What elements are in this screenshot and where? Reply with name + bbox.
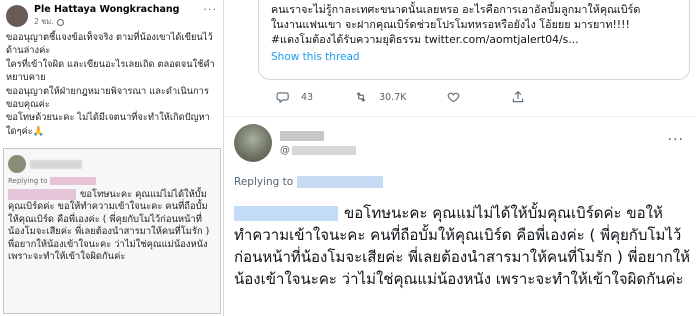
quoted-tweet-line[interactable]: #แตงโมต้องได้รับความยุติธรรม twitter.com… xyxy=(271,32,677,47)
quoted-tweet-text: คนเราจะไม่รู้กาละเทศะขนาดนั้นเลยหรอ อะไร… xyxy=(271,2,677,47)
reply-author: @ xyxy=(280,130,356,156)
reply-action[interactable]: 43 xyxy=(276,90,313,104)
handle-prefix: @ xyxy=(280,144,290,156)
reply-icon xyxy=(276,92,289,104)
post-header: Ple Hattaya Wongkrachang 2 ชม. ··· xyxy=(0,0,223,27)
author-block: Ple Hattaya Wongkrachang 2 ชม. xyxy=(34,4,179,27)
redacted-replying-handle[interactable] xyxy=(297,176,384,188)
retweet-action[interactable]: 30.7K xyxy=(353,90,406,104)
post-time[interactable]: 2 ชม. xyxy=(34,17,54,27)
quoted-tweet-line: ในงานแฟนเขา จะฝากคุณเบิร์ดช่วยโปรโมทหรอห… xyxy=(271,18,630,31)
post-paragraph: ขอโทษด้วยนะคะ ไม่ได้มีเจตนาที่จะทำให้เกิ… xyxy=(6,112,210,137)
post-paragraph: ขออนุญาตชี้แจงข้อเท็จจริง ตามที่น้องเขาไ… xyxy=(6,32,213,57)
show-thread-link[interactable]: Show this thread xyxy=(271,51,677,63)
reply-handle[interactable]: @ xyxy=(280,145,356,156)
redacted-display-name xyxy=(280,130,324,141)
retweet-count: 30.7K xyxy=(379,91,407,103)
replying-label: Replying to xyxy=(234,176,294,188)
share-action[interactable] xyxy=(511,90,535,104)
screenshot-avatar xyxy=(8,155,26,173)
share-icon xyxy=(513,91,524,103)
heart-icon xyxy=(448,92,460,103)
redacted-handle xyxy=(50,177,97,185)
tweet-actions: 43 30.7K xyxy=(276,90,575,104)
retweet-icon xyxy=(356,92,366,102)
post-text: ขออนุญาตชี้แจงข้อเท็จจริง ตามที่น้องเขาไ… xyxy=(0,27,223,138)
author-name[interactable]: Ple Hattaya Wongkrachang xyxy=(34,4,179,16)
facebook-post: Ple Hattaya Wongkrachang 2 ชม. ··· ขออนุ… xyxy=(0,0,224,316)
reply-avatar[interactable] xyxy=(234,124,272,162)
reply-count: 43 xyxy=(301,91,314,103)
quoted-tweet[interactable]: คนเราจะไม่รู้กาละเทศะขนาดนั้นเลยหรอ อะไร… xyxy=(258,0,690,80)
embedded-screenshot[interactable]: Replying to ขอโทษนะคะ คุณแม่ไม่ได้ให้บั้… xyxy=(3,148,221,314)
post-meta: 2 ชม. xyxy=(34,17,179,27)
more-options-icon[interactable]: ··· xyxy=(668,132,684,148)
reply-tweet[interactable]: @ ··· Replying to ขอโทษนะคะ คุณแม่ไม่ได้… xyxy=(228,120,694,290)
screenshot-body: ขอโทษนะคะ คุณแม่ไม่ได้ให้บั้มคุณเบิร์ดค่… xyxy=(4,187,220,265)
screenshot-header xyxy=(4,149,220,175)
screenshot-replying-label: Replying to xyxy=(8,177,48,185)
like-action[interactable] xyxy=(446,90,471,104)
more-options-icon[interactable]: ··· xyxy=(204,4,218,16)
redacted-handle xyxy=(292,145,356,155)
post-paragraph: ใครที่เข้าใจผิด และเขียนอะไรเลยเถิด ตลอด… xyxy=(6,58,215,84)
reply-header: @ ··· xyxy=(228,120,694,166)
globe-icon xyxy=(56,18,64,26)
redacted-name xyxy=(30,159,82,169)
divider xyxy=(224,116,696,117)
reply-body: ขอโทษนะคะ คุณแม่ไม่ได้ให้บั้มคุณเบิร์ดค่… xyxy=(228,202,694,290)
redacted-mention xyxy=(8,189,76,200)
redacted-mention[interactable] xyxy=(234,206,338,221)
post-paragraph: ขออนุญาตให้ฝ่ายกฎหมายพิจารณา และดำเนินกา… xyxy=(6,85,209,111)
quoted-tweet-line: คนเราจะไม่รู้กาละเทศะขนาดนั้นเลยหรอ อะไร… xyxy=(271,3,641,16)
replying-to: Replying to xyxy=(228,176,694,188)
author-avatar[interactable] xyxy=(6,5,28,27)
twitter-thread: คนเราจะไม่รู้กาละเทศะขนาดนั้นเลยหรอ อะไร… xyxy=(224,0,696,316)
screenshot-replying: Replying to xyxy=(4,175,220,187)
